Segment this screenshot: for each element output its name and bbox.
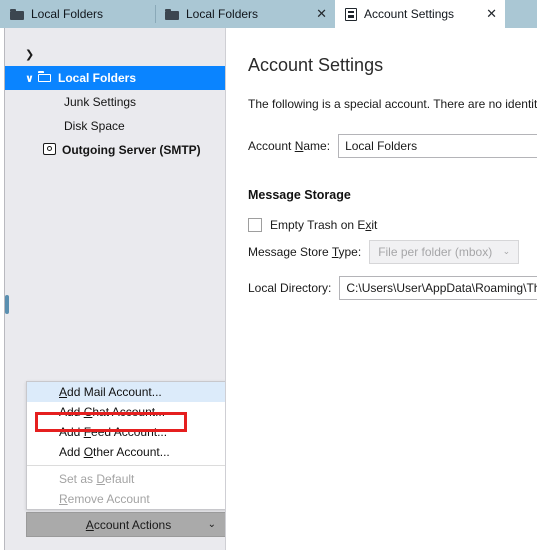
account-name-row: Account Name: Local Folders bbox=[248, 134, 537, 158]
main-area: ❯ ∨ Local Folders Junk Settings Disk Spa… bbox=[0, 28, 537, 550]
accounts-tree-sidebar: ❯ ∨ Local Folders Junk Settings Disk Spa… bbox=[5, 28, 226, 550]
chevron-down-icon: ⌄ bbox=[502, 246, 511, 257]
account-actions-button[interactable]: Account Actions ⌄ bbox=[26, 512, 225, 537]
sidebar-scrollbar-thumb[interactable] bbox=[5, 295, 9, 314]
sidebar-item-label: Local Folders bbox=[58, 71, 137, 85]
tab-bar: Local Folders Local Folders ✕ Account Se… bbox=[0, 0, 537, 28]
account-settings-panel: Account Settings The following is a spec… bbox=[227, 28, 537, 550]
menu-separator bbox=[27, 465, 225, 466]
tree-row-collapsed[interactable]: ❯ bbox=[5, 42, 225, 66]
menu-item-add-chat-account[interactable]: Add Chat Account... bbox=[27, 402, 225, 422]
smtp-server-icon bbox=[43, 142, 56, 158]
account-name-value: Local Folders bbox=[345, 139, 418, 153]
tab-label: Account Settings bbox=[364, 7, 455, 21]
message-storage-heading: Message Storage bbox=[248, 188, 351, 202]
tab-close-icon[interactable]: ✕ bbox=[472, 8, 497, 21]
tab-local-folders-1[interactable]: Local Folders bbox=[0, 0, 155, 28]
message-store-type-label: Message Store Type: bbox=[248, 245, 362, 259]
local-directory-value: C:\Users\User\AppData\Roaming\Thu bbox=[346, 281, 537, 295]
sidebar-item-label: Disk Space bbox=[64, 119, 125, 133]
tab-account-settings[interactable]: Account Settings ✕ bbox=[335, 0, 505, 28]
local-directory-row: Local Directory: C:\Users\User\AppData\R… bbox=[248, 276, 537, 300]
menu-item-add-feed-account[interactable]: Add Feed Account... bbox=[27, 422, 225, 442]
menu-item-add-mail-account[interactable]: Add Mail Account... bbox=[27, 382, 225, 402]
sidebar-item-label: Junk Settings bbox=[64, 95, 137, 109]
sidebar-item-junk-settings[interactable]: Junk Settings bbox=[5, 90, 225, 114]
account-actions-menu: Add Mail Account... Add Chat Account... … bbox=[26, 381, 225, 510]
menu-item-label: Add Other Account... bbox=[59, 445, 170, 459]
tab-local-folders-2[interactable]: Local Folders ✕ bbox=[155, 0, 335, 28]
empty-trash-label: Empty Trash on Exit bbox=[270, 218, 378, 232]
menu-item-set-as-default: Set as Default bbox=[27, 469, 225, 489]
empty-trash-checkbox[interactable] bbox=[248, 218, 262, 232]
sidebar-item-disk-space[interactable]: Disk Space bbox=[5, 114, 225, 138]
page-title: Account Settings bbox=[248, 55, 384, 75]
tab-label: Local Folders bbox=[31, 7, 104, 21]
sidebar-item-outgoing-server[interactable]: Outgoing Server (SMTP) bbox=[5, 138, 225, 162]
menu-item-label: Add Feed Account... bbox=[59, 425, 168, 439]
menu-item-add-other-account[interactable]: Add Other Account... bbox=[27, 442, 225, 462]
empty-trash-row[interactable]: Empty Trash on Exit bbox=[248, 213, 377, 237]
local-directory-input[interactable]: C:\Users\User\AppData\Roaming\Thu bbox=[339, 276, 537, 300]
tab-close-icon[interactable]: ✕ bbox=[302, 8, 327, 21]
chevron-down-icon: ⌄ bbox=[207, 518, 216, 530]
folder-icon bbox=[165, 8, 179, 20]
menu-item-remove-account: Remove Account bbox=[27, 489, 225, 509]
tab-label: Local Folders bbox=[186, 7, 259, 21]
local-directory-label: Local Directory: bbox=[248, 281, 332, 295]
menu-item-label: Add Mail Account... bbox=[59, 385, 162, 399]
menu-item-label: Remove Account bbox=[59, 492, 150, 506]
account-actions-label: Account Actions bbox=[85, 517, 172, 532]
intro-text: The following is a special account. Ther… bbox=[248, 97, 537, 111]
account-name-label: Account Name: bbox=[248, 139, 331, 153]
menu-item-label: Add Chat Account... bbox=[59, 405, 166, 419]
sidebar-item-label: Outgoing Server (SMTP) bbox=[62, 143, 201, 157]
folder-open-icon bbox=[38, 71, 52, 85]
folder-icon bbox=[10, 8, 24, 20]
settings-page-icon bbox=[345, 7, 357, 21]
message-store-type-select: File per folder (mbox) ⌄ bbox=[369, 240, 520, 264]
chevron-right-icon[interactable]: ❯ bbox=[25, 49, 38, 60]
chevron-down-icon[interactable]: ∨ bbox=[25, 73, 38, 84]
message-store-type-value: File per folder (mbox) bbox=[378, 245, 493, 259]
account-name-input[interactable]: Local Folders bbox=[338, 134, 537, 158]
sidebar-item-local-folders[interactable]: ∨ Local Folders bbox=[5, 66, 225, 90]
menu-item-label: Set as Default bbox=[59, 472, 135, 486]
message-store-type-row: Message Store Type: File per folder (mbo… bbox=[248, 240, 520, 264]
